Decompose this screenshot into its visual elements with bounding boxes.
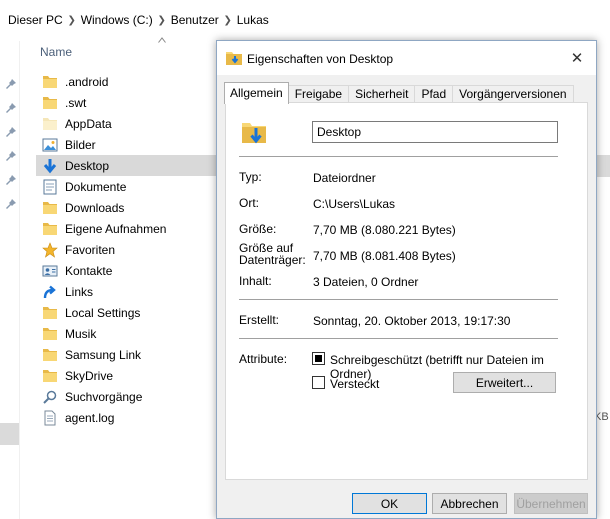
contents-value: 3 Dateien, 0 Ordner xyxy=(313,275,419,289)
hidden-label[interactable]: Versteckt xyxy=(330,377,379,391)
documents-icon xyxy=(42,179,58,195)
star-icon xyxy=(42,241,58,258)
location-label: Ort: xyxy=(239,196,259,210)
desktop-folder-icon xyxy=(226,52,242,65)
list-item-label: Samsung Link xyxy=(65,347,142,362)
list-item-label: .swt xyxy=(65,95,87,110)
list-item-label: Dokumente xyxy=(65,179,127,194)
type-label: Typ: xyxy=(239,170,262,184)
type-value: Dateiordner xyxy=(313,171,376,185)
pane-divider[interactable] xyxy=(19,41,20,519)
desktop-folder-icon xyxy=(242,123,266,144)
list-item-label: Musik xyxy=(65,326,97,341)
size-value: 7,70 MB (8.080.221 Bytes) xyxy=(313,223,456,237)
cancel-button[interactable]: Abbrechen xyxy=(432,493,507,514)
location-value: C:\Users\Lukas xyxy=(313,197,396,211)
sort-ascending-icon xyxy=(158,37,166,43)
pictures-icon xyxy=(42,137,58,153)
column-header-name[interactable]: Name xyxy=(40,45,72,59)
breadcrumb-lukas[interactable]: Lukas xyxy=(237,13,269,27)
pin-icon xyxy=(6,127,16,137)
pin-icon xyxy=(6,151,16,161)
chevron-right-icon[interactable]: ❯ xyxy=(63,15,81,26)
link-arrow-icon xyxy=(42,284,58,300)
folder-icon xyxy=(42,368,58,384)
list-item-label: SkyDrive xyxy=(65,368,114,383)
desktop-folder-icon xyxy=(42,158,58,174)
file-icon xyxy=(42,410,58,426)
list-item-label: Favoriten xyxy=(65,242,116,257)
list-item-label: Downloads xyxy=(65,200,125,215)
divider xyxy=(239,338,558,339)
folder-icon xyxy=(42,305,58,321)
folder-icon xyxy=(42,326,58,342)
address-bar[interactable]: Dieser PC ❯ Windows (C:) ❯ Benutzer ❯ Lu… xyxy=(0,0,610,40)
size-label: Größe: xyxy=(239,222,277,236)
pin-icon xyxy=(6,79,16,89)
dialog-title: Eigenschaften von Desktop xyxy=(247,52,394,66)
created-label: Erstellt: xyxy=(239,313,280,327)
list-item-label: Kontakte xyxy=(65,263,113,278)
search-icon xyxy=(42,389,58,405)
chevron-right-icon[interactable]: ❯ xyxy=(153,15,171,26)
pin-icon xyxy=(6,103,16,113)
dialog-titlebar[interactable]: Eigenschaften von Desktop ✕ xyxy=(217,41,596,75)
folder-icon xyxy=(42,347,58,363)
pin-icon xyxy=(6,175,16,185)
attributes-label: Attribute: xyxy=(239,352,288,366)
list-item[interactable]: Desktop xyxy=(36,155,236,176)
pin-icon xyxy=(6,199,16,209)
list-item-label: Suchvorgänge xyxy=(65,389,143,404)
contents-label: Inhalt: xyxy=(239,274,272,288)
general-tab-panel: Typ: Dateiordner Ort: C:\Users\Lukas Grö… xyxy=(225,102,588,480)
list-item-label: .android xyxy=(65,74,109,89)
list-item-label: Eigene Aufnahmen xyxy=(65,221,167,236)
properties-dialog: Eigenschaften von Desktop ✕ Allgemein Fr… xyxy=(216,40,597,519)
breadcrumb-users[interactable]: Benutzer xyxy=(171,13,219,27)
folder-light-icon xyxy=(42,116,58,132)
divider xyxy=(239,156,558,157)
folder-icon xyxy=(42,200,58,216)
breadcrumb-drive-c[interactable]: Windows (C:) xyxy=(81,13,153,27)
list-item-label: Links xyxy=(65,284,94,299)
tab-strip: Allgemein Freigabe Sicherheit Pfad Vorgä… xyxy=(224,82,574,104)
ok-button[interactable]: OK xyxy=(352,493,427,514)
folder-icon xyxy=(42,74,58,90)
folder-name-input[interactable] xyxy=(312,121,558,143)
hidden-checkbox[interactable] xyxy=(312,376,325,389)
breadcrumb-this-pc[interactable]: Dieser PC xyxy=(8,13,63,27)
list-item-label: Bilder xyxy=(65,137,96,152)
close-icon[interactable]: ✕ xyxy=(568,49,586,67)
created-value: Sonntag, 20. Oktober 2013, 19:17:30 xyxy=(313,314,511,328)
list-item-label: agent.log xyxy=(65,410,115,425)
size-on-disk-value: 7,70 MB (8.081.408 Bytes) xyxy=(313,249,456,263)
tab-allgemein[interactable]: Allgemein xyxy=(224,82,289,104)
chevron-right-icon[interactable]: ❯ xyxy=(219,15,237,26)
explorer-window: Dieser PC ❯ Windows (C:) ❯ Benutzer ❯ Lu… xyxy=(0,0,610,519)
list-item-label: AppData xyxy=(65,116,112,131)
size-on-disk-label-2: Datenträger: xyxy=(239,253,306,267)
folder-icon xyxy=(42,221,58,237)
breadcrumb: Dieser PC ❯ Windows (C:) ❯ Benutzer ❯ Lu… xyxy=(8,13,269,27)
nav-selected-item[interactable] xyxy=(0,423,19,445)
contacts-icon xyxy=(42,263,58,279)
list-item-label: Local Settings xyxy=(65,305,141,320)
list-item-label: Desktop xyxy=(65,158,110,173)
apply-button[interactable]: Übernehmen xyxy=(514,493,588,514)
folder-icon xyxy=(42,95,58,111)
advanced-button[interactable]: Erweitert... xyxy=(453,372,556,393)
divider xyxy=(239,299,558,300)
readonly-checkbox[interactable] xyxy=(312,352,325,365)
